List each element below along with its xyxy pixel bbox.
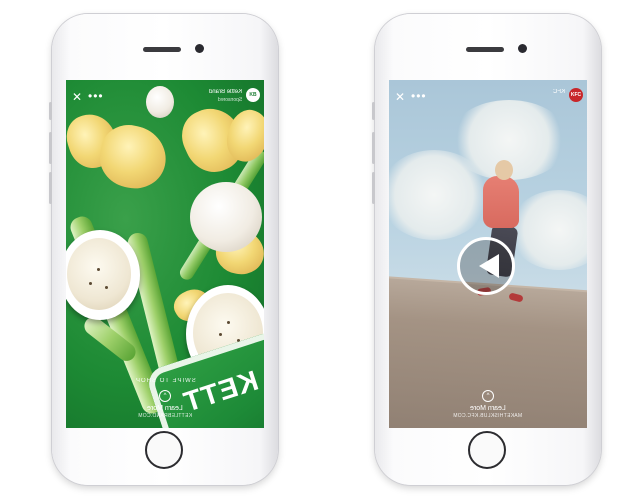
pepper-speck (105, 286, 108, 289)
pepper-speck (97, 268, 100, 271)
advertiser-avatar[interactable]: KFC (569, 88, 583, 102)
play-icon (479, 254, 499, 278)
mute-switch (372, 102, 375, 120)
mute-switch (49, 102, 52, 120)
cta-label: Learn More (470, 405, 506, 412)
pepper-speck (89, 282, 92, 285)
dip-image (67, 238, 131, 310)
swipe-prompt: SWIPE TO SHOP (66, 378, 264, 384)
advertiser-name[interactable]: Kettle Brand Sponsored (209, 88, 242, 104)
earpiece-speaker (466, 47, 504, 52)
story-header: ✕ ••• Kettle Brand Sponsored KB (66, 86, 264, 116)
front-camera (195, 44, 204, 53)
pepper-speck (219, 333, 222, 336)
dip-bowl-image (66, 230, 140, 320)
phone-left: KETT ✕ ••• Kettle Brand Sponsored KB SWI… (49, 14, 278, 485)
learn-more-cta[interactable]: ^ Learn More KETTLEBRAND.COM (66, 390, 264, 420)
cloud-image (509, 190, 587, 270)
volume-up-button (372, 132, 375, 164)
earpiece-speaker (143, 47, 181, 52)
phone-right: ✕ ••• KFC KFC ^ Learn More MAKETHISKLUB.… (372, 14, 601, 485)
learn-more-cta[interactable]: ^ Learn More MAKETHISKLUB.KFC.COM (389, 390, 587, 420)
story-ad-screen-video[interactable]: ✕ ••• KFC KFC ^ Learn More MAKETHISKLUB.… (389, 80, 587, 428)
close-icon[interactable]: ✕ (395, 90, 405, 104)
advertiser-avatar[interactable]: KB (246, 88, 260, 102)
sponsored-label: Sponsored (217, 97, 242, 103)
close-icon[interactable]: ✕ (72, 90, 82, 104)
cta-label: Learn More (147, 405, 183, 412)
more-options-icon[interactable]: ••• (411, 89, 427, 103)
play-button[interactable] (457, 237, 515, 295)
chevron-up-icon: ^ (482, 390, 494, 402)
advertiser-name[interactable]: KFC (553, 88, 565, 96)
volume-down-button (49, 172, 52, 204)
home-button[interactable] (145, 431, 183, 469)
advertiser-name-text: Kettle Brand (208, 89, 242, 95)
story-header: ✕ ••• KFC KFC (389, 86, 587, 116)
volume-down-button (372, 172, 375, 204)
story-ad-screen-food[interactable]: KETT ✕ ••• Kettle Brand Sponsored KB SWI… (66, 80, 264, 428)
person-jacket-image (483, 176, 519, 228)
garlic-image (190, 182, 262, 252)
cta-url: KETTLEBRAND.COM (138, 413, 192, 419)
person-head-image (495, 160, 513, 180)
home-button[interactable] (468, 431, 506, 469)
cloud-image (389, 150, 489, 240)
advertiser-name-text: KFC (553, 89, 565, 95)
swipe-prompt-text: SWIPE TO SHOP (134, 378, 196, 384)
front-camera (518, 44, 527, 53)
volume-up-button (49, 132, 52, 164)
cta-url: MAKETHISKLUB.KFC.COM (453, 413, 523, 419)
pepper-speck (227, 321, 230, 324)
more-options-icon[interactable]: ••• (88, 89, 104, 103)
chevron-up-icon: ^ (159, 390, 171, 402)
